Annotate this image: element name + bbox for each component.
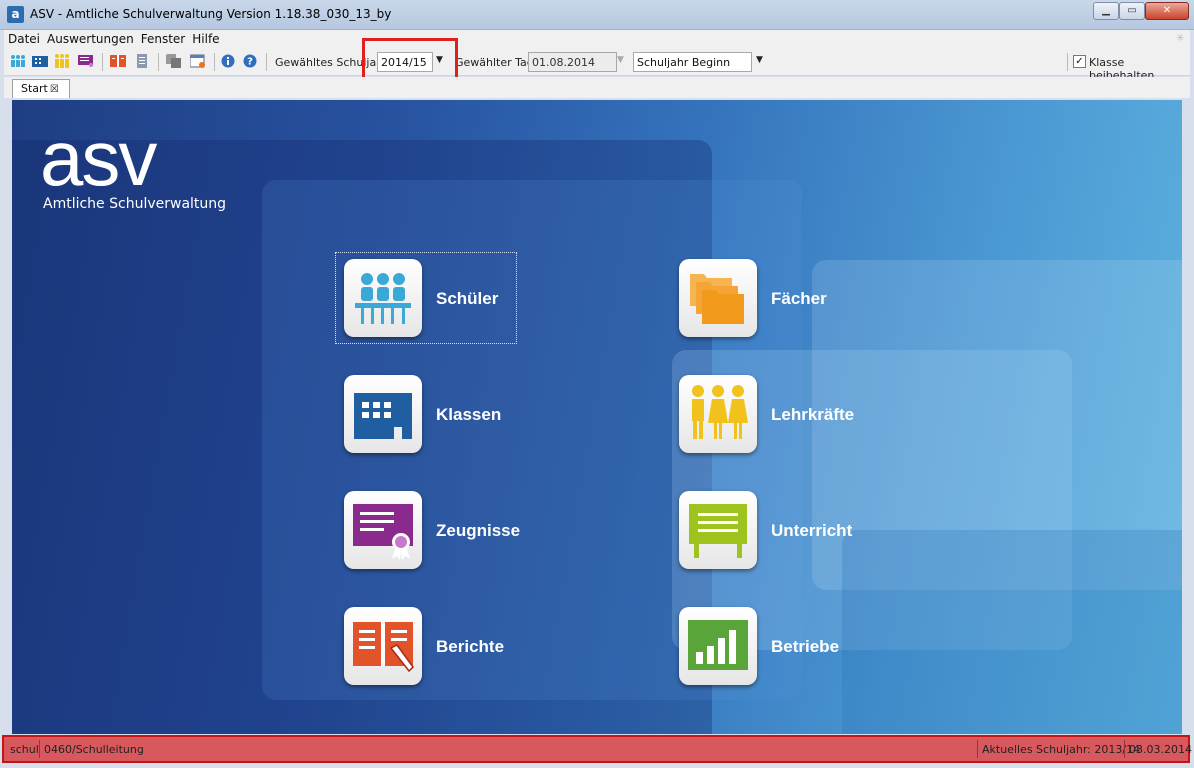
- module-unterricht[interactable]: Unterricht: [671, 485, 853, 575]
- module-berichte[interactable]: Berichte: [336, 601, 516, 691]
- close-tab-icon[interactable]: ☒: [50, 84, 59, 95]
- info-icon[interactable]: [221, 54, 237, 68]
- certificate-icon: [353, 504, 413, 560]
- teachers-icon[interactable]: [54, 54, 70, 68]
- module-label: Zeugnisse: [436, 521, 521, 540]
- status-user: schul: [10, 743, 39, 756]
- teachers-icon: [692, 385, 748, 439]
- close-button[interactable]: ✕: [1145, 2, 1189, 20]
- tab-label: Start: [21, 82, 48, 95]
- help-icon[interactable]: ?: [243, 54, 259, 68]
- menu-auswertungen[interactable]: Auswertungen: [43, 30, 137, 46]
- blackboard-icon: [689, 504, 747, 558]
- module-label: Betriebe: [771, 637, 840, 656]
- report-book-icon: [353, 622, 414, 673]
- toolbar-separator: [266, 53, 267, 71]
- module-schueler[interactable]: Schüler: [335, 252, 517, 344]
- logo-subtitle: Amtliche Schulverwaltung: [43, 196, 227, 212]
- module-faecher[interactable]: Fächer: [671, 253, 851, 343]
- students-icon[interactable]: [10, 54, 26, 68]
- menu-datei[interactable]: Datei: [4, 30, 43, 46]
- module-label: Unterricht: [771, 521, 853, 540]
- module-tile: [344, 375, 422, 453]
- zeitpunkt-select[interactable]: Schuljahr Beginn: [633, 52, 752, 72]
- module-label: Lehrkräfte: [771, 405, 855, 424]
- menu-bar: Datei Auswertungen Fenster Hilfe ✳: [4, 30, 1190, 48]
- start-page: asv Amtliche Schulverwaltung Schüler Fäc…: [12, 100, 1182, 734]
- window-title: ASV - Amtliche Schulverwaltung Version 1…: [30, 7, 392, 21]
- students-icon: [355, 273, 411, 324]
- status-bar: schul 0460/Schulleitung Aktuelles Schulj…: [2, 735, 1192, 763]
- status-date: 03.03.2014: [1129, 743, 1192, 756]
- module-tile: [679, 375, 757, 453]
- module-zeugnisse[interactable]: Zeugnisse: [336, 485, 520, 575]
- module-tile: [679, 607, 757, 685]
- toolbar-separator: [158, 53, 159, 71]
- status-separator: [39, 740, 40, 758]
- module-tile: [344, 607, 422, 685]
- window-settings-icon[interactable]: [190, 54, 206, 68]
- chevron-down-icon: ▼: [617, 55, 624, 65]
- module-label: Fächer: [771, 289, 827, 308]
- app-logo-icon: a: [7, 6, 24, 23]
- toolbar-separator: [1067, 53, 1068, 71]
- document-icon[interactable]: [134, 54, 150, 68]
- module-label: Berichte: [436, 637, 505, 656]
- module-klassen[interactable]: Klassen: [336, 369, 516, 459]
- toolbar-separator: [102, 53, 103, 71]
- module-tile: [344, 259, 422, 337]
- status-separator: [1124, 740, 1125, 758]
- resize-grip-icon: ✳: [1176, 33, 1185, 44]
- toolbar-separator: [214, 53, 215, 71]
- module-label: Schüler: [436, 289, 499, 308]
- report-book-icon[interactable]: [110, 54, 126, 68]
- folders-icon: [690, 274, 744, 324]
- asv-logo: asv: [40, 114, 157, 202]
- certificate-icon[interactable]: [78, 54, 94, 68]
- module-tile: [344, 491, 422, 569]
- bar-chart-icon: [688, 620, 748, 670]
- chevron-down-icon[interactable]: ▼: [756, 55, 763, 65]
- menu-hilfe[interactable]: Hilfe: [188, 30, 222, 46]
- module-label: Klassen: [436, 405, 502, 424]
- status-role: 0460/Schulleitung: [44, 743, 144, 756]
- maximize-button[interactable]: ▭: [1119, 2, 1145, 20]
- module-betriebe[interactable]: Betriebe: [671, 601, 851, 691]
- toolbar: ? Gewähltes Schuljahr 2014/15 ▼ Gewählte…: [4, 48, 1190, 82]
- classroom-icon: [354, 393, 412, 439]
- classroom-icon[interactable]: [32, 54, 48, 68]
- menu-fenster[interactable]: Fenster: [137, 30, 189, 46]
- tab-start[interactable]: Start ☒: [12, 79, 70, 98]
- tab-strip: Start ☒: [4, 77, 1190, 98]
- copy-icon[interactable]: [166, 54, 182, 68]
- status-current-year: Aktuelles Schuljahr: 2013/14: [982, 743, 1141, 756]
- tag-field[interactable]: 01.08.2014: [528, 52, 617, 72]
- svg-text:?: ?: [247, 57, 253, 68]
- tag-label: Gewählter Tag: [455, 56, 534, 69]
- module-tile: [679, 491, 757, 569]
- module-lehrkraefte[interactable]: Lehrkräfte: [671, 369, 855, 459]
- status-separator: [977, 740, 978, 758]
- background-panel: [842, 530, 1182, 734]
- module-tile: [679, 259, 757, 337]
- title-bar: a ASV - Amtliche Schulverwaltung Version…: [0, 0, 1194, 30]
- klasse-beibehalten-checkbox[interactable]: ✓: [1073, 55, 1086, 68]
- minimize-button[interactable]: ▁: [1093, 2, 1119, 20]
